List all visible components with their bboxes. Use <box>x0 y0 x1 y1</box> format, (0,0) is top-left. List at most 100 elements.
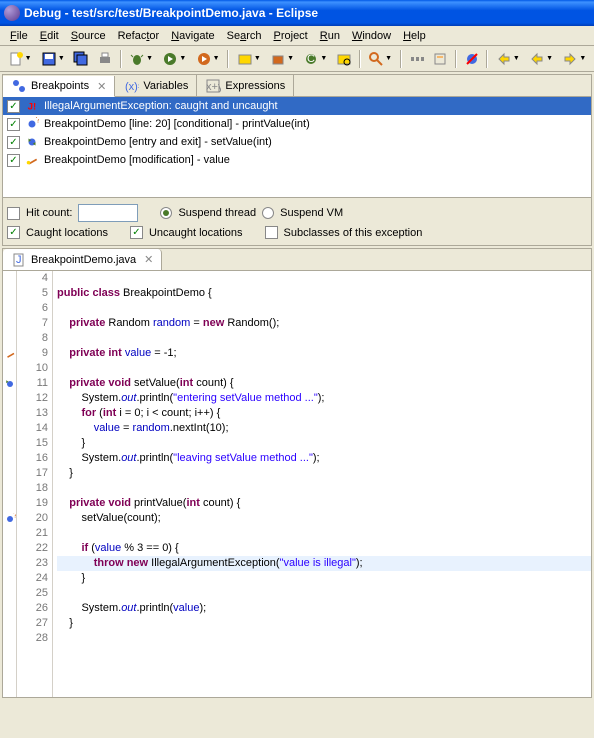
code-area[interactable]: public class BreakpointDemo { private Ra… <box>53 271 591 697</box>
tab-variables-label: Variables <box>143 80 188 92</box>
marker-column[interactable]: ? <box>3 271 17 697</box>
tab-breakpoints-label: Breakpoints <box>31 80 89 92</box>
breakpoint-label: BreakpointDemo [entry and exit] - setVal… <box>44 136 272 148</box>
breakpoint-item[interactable]: ✓ BreakpointDemo [modification] - value <box>3 151 591 169</box>
suspend-thread-radio[interactable] <box>160 207 172 219</box>
menu-refactor[interactable]: Refactor <box>112 28 166 44</box>
breakpoint-item[interactable]: ✓ ? BreakpointDemo [line: 20] [condition… <box>3 115 591 133</box>
line-number: 28 <box>17 631 48 646</box>
close-icon[interactable]: ✕ <box>97 80 106 93</box>
suspend-vm-radio[interactable] <box>262 207 274 219</box>
line-number: 25 <box>17 586 48 601</box>
line-number: 5 <box>17 286 48 301</box>
new-package-button[interactable]: ▼ <box>267 48 298 70</box>
breakpoints-list: ✓ J! IllegalArgumentException: caught an… <box>3 97 591 197</box>
line-number: 16 <box>17 451 48 466</box>
subclasses-checkbox[interactable] <box>265 226 278 239</box>
uncaught-checkbox[interactable] <box>130 226 143 239</box>
save-button[interactable]: ▼ <box>37 48 68 70</box>
menubar: File Edit Source Refactor Navigate Searc… <box>0 26 594 46</box>
tab-breakpoints[interactable]: Breakpoints ✕ <box>3 76 115 97</box>
subclasses-label: Subclasses of this exception <box>284 227 423 239</box>
breakpoint-checkbox[interactable]: ✓ <box>7 154 20 167</box>
open-type-button[interactable] <box>333 48 355 70</box>
breakpoint-label: BreakpointDemo [modification] - value <box>44 154 230 166</box>
run-button[interactable]: ▼ <box>159 48 190 70</box>
line-number: 23 <box>17 556 48 571</box>
exception-breakpoint-icon: J! <box>24 98 40 114</box>
uncaught-label: Uncaught locations <box>149 227 243 239</box>
hit-count-input[interactable] <box>78 204 138 222</box>
menu-file[interactable]: File <box>4 28 34 44</box>
print-button[interactable] <box>94 48 116 70</box>
editor-tab-label: BreakpointDemo.java <box>31 254 136 266</box>
editor-area: J BreakpointDemo.java ✕ ? <box>2 248 592 698</box>
menu-window[interactable]: Window <box>346 28 397 44</box>
tab-expressions[interactable]: x+y Expressions <box>197 75 294 96</box>
breakpoint-label: BreakpointDemo [line: 20] [conditional] … <box>44 118 310 130</box>
forward-button[interactable]: ▼ <box>559 48 590 70</box>
breakpoint-item[interactable]: ✓ J! IllegalArgumentException: caught an… <box>3 97 591 115</box>
close-icon[interactable]: ✕ <box>144 253 153 266</box>
breakpoints-view: Breakpoints ✕ (x)= Variables x+y Express… <box>2 74 592 246</box>
menu-edit[interactable]: Edit <box>34 28 65 44</box>
line-number: 9 <box>17 346 48 361</box>
line-number: 8 <box>17 331 48 346</box>
suspend-vm-label: Suspend VM <box>280 207 343 219</box>
breakpoint-item[interactable]: ✓ BreakpointDemo [entry and exit] - setV… <box>3 133 591 151</box>
line-number: 7 <box>17 316 48 331</box>
tab-variables[interactable]: (x)= Variables <box>115 75 197 96</box>
new-java-project-button[interactable]: ▼ <box>233 48 264 70</box>
line-number-gutter[interactable]: 4 5 6 7 8 9 10 11 12 13 14 15 16 17 18 1… <box>17 271 53 697</box>
search-button[interactable]: ▼ <box>365 48 396 70</box>
line-number: 11 <box>17 376 48 391</box>
svg-text:?: ? <box>13 513 16 520</box>
save-all-button[interactable] <box>71 48 93 70</box>
method-breakpoint-marker-icon <box>4 378 16 390</box>
back-button[interactable]: ▼ <box>526 48 557 70</box>
watchpoint-marker-icon <box>4 348 16 360</box>
menu-navigate[interactable]: Navigate <box>165 28 220 44</box>
editor-tabs: J BreakpointDemo.java ✕ <box>3 249 591 271</box>
breakpoint-checkbox[interactable]: ✓ <box>7 100 20 113</box>
editor-tab[interactable]: J BreakpointDemo.java ✕ <box>3 249 162 270</box>
line-number: 17 <box>17 466 48 481</box>
line-number: 27 <box>17 616 48 631</box>
line-number: 18 <box>17 481 48 496</box>
view-tabs: Breakpoints ✕ (x)= Variables x+y Express… <box>3 75 591 97</box>
hit-count-checkbox[interactable] <box>7 207 20 220</box>
menu-source[interactable]: Source <box>65 28 112 44</box>
toggle-breadcrumb-button[interactable] <box>406 48 428 70</box>
line-breakpoint-icon: ? <box>24 116 40 132</box>
breakpoint-checkbox[interactable]: ✓ <box>7 118 20 131</box>
svg-text:(x)=: (x)= <box>125 81 139 93</box>
suspend-thread-label: Suspend thread <box>178 207 256 219</box>
menu-search[interactable]: Search <box>221 28 268 44</box>
new-class-button[interactable]: C▼ <box>300 48 331 70</box>
editor-content[interactable]: ? 4 5 6 7 8 9 10 11 12 13 14 15 16 17 18 <box>3 271 591 697</box>
run-last-button[interactable]: ▼ <box>192 48 223 70</box>
line-number: 6 <box>17 301 48 316</box>
breakpoints-icon <box>11 78 27 94</box>
expressions-icon: x+y <box>205 78 221 94</box>
line-number: 26 <box>17 601 48 616</box>
toggle-mark-button[interactable] <box>429 48 451 70</box>
last-edit-button[interactable]: ▼ <box>492 48 523 70</box>
watchpoint-icon <box>24 152 40 168</box>
caught-checkbox[interactable] <box>7 226 20 239</box>
debug-button[interactable]: ▼ <box>126 48 157 70</box>
svg-text:?: ? <box>36 117 40 125</box>
svg-text:J: J <box>16 254 22 266</box>
toolbar: ▼ ▼ ▼ ▼ ▼ ▼ ▼ C▼ ▼ ▼ ▼ ▼ <box>0 46 594 72</box>
menu-help[interactable]: Help <box>397 28 432 44</box>
line-number: 12 <box>17 391 48 406</box>
menu-project[interactable]: Project <box>268 28 314 44</box>
line-number: 4 <box>17 271 48 286</box>
menu-run[interactable]: Run <box>314 28 346 44</box>
breakpoint-checkbox[interactable]: ✓ <box>7 136 20 149</box>
new-button[interactable]: ▼ <box>4 48 35 70</box>
svg-text:C: C <box>307 53 315 65</box>
line-number: 15 <box>17 436 48 451</box>
skip-breakpoints-button[interactable] <box>461 48 483 70</box>
line-number: 21 <box>17 526 48 541</box>
